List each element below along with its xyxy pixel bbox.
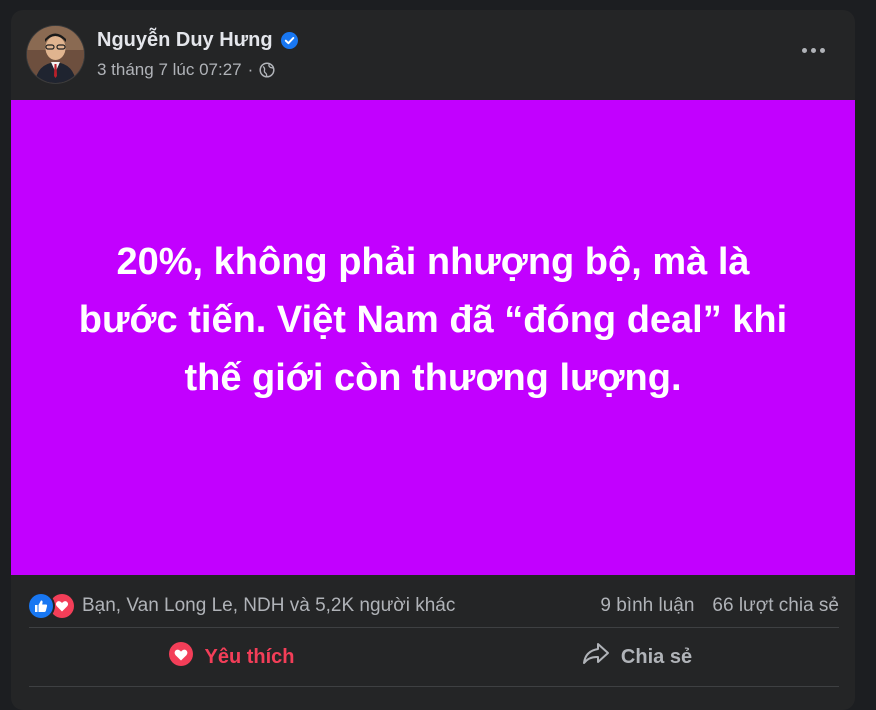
banner-text: 20%, không phải nhượng bộ, mà là bước ti…	[43, 233, 823, 407]
globe-icon	[259, 62, 275, 78]
comments-count[interactable]: 9 bình luận	[600, 595, 694, 617]
banner-line: 20%, không phải nhượng bộ, mà là	[116, 240, 750, 283]
post-banner[interactable]: 20%, không phải nhượng bộ, mà là bước ti…	[11, 100, 855, 575]
action-bar: Yêu thích Chia sẻ	[29, 628, 839, 686]
more-dot	[810, 47, 816, 53]
divider	[29, 686, 839, 687]
share-button-label: Chia sẻ	[620, 645, 693, 668]
share-button[interactable]: Chia sẻ	[434, 628, 839, 686]
like-button-label: Yêu thích	[204, 645, 295, 668]
more-dot	[801, 47, 807, 53]
verified-badge-icon	[280, 32, 298, 49]
shares-count[interactable]: 66 lượt chia sẻ	[712, 595, 839, 617]
author-avatar[interactable]	[27, 26, 84, 83]
engagement-counts: 9 bình luận 66 lượt chia sẻ	[600, 595, 839, 617]
avatar-image	[27, 26, 84, 83]
share-icon	[581, 641, 611, 673]
post-header: Nguyễn Duy Hưng 3 tháng 7 lúc 07:27 ·	[11, 10, 855, 98]
meta-separator: ·	[247, 60, 254, 79]
post-meta: 3 tháng 7 lúc 07:27 ·	[97, 60, 275, 80]
reaction-icons[interactable]	[29, 594, 74, 618]
more-dot	[819, 47, 825, 53]
love-filled-icon	[168, 641, 194, 673]
author-name-row: Nguyễn Duy Hưng	[97, 29, 298, 52]
reaction-summary[interactable]: Bạn, Van Long Le, NDH và 5,2K người khác	[82, 595, 600, 617]
reactions-bar: Bạn, Van Long Le, NDH và 5,2K người khác…	[29, 587, 839, 625]
love-icon	[50, 594, 74, 618]
banner-line: bước tiến. Việt Nam đã “đóng deal” khi	[78, 298, 788, 341]
author-name[interactable]: Nguyễn Duy Hưng	[97, 29, 273, 52]
more-options-icon[interactable]	[795, 36, 831, 64]
like-button[interactable]: Yêu thích	[29, 628, 434, 686]
like-icon	[29, 594, 53, 618]
banner-line: thế giới còn thương lượng.	[184, 356, 682, 399]
post-card: Nguyễn Duy Hưng 3 tháng 7 lúc 07:27 · 20…	[11, 10, 855, 710]
post-timestamp[interactable]: 3 tháng 7 lúc 07:27	[97, 60, 242, 80]
